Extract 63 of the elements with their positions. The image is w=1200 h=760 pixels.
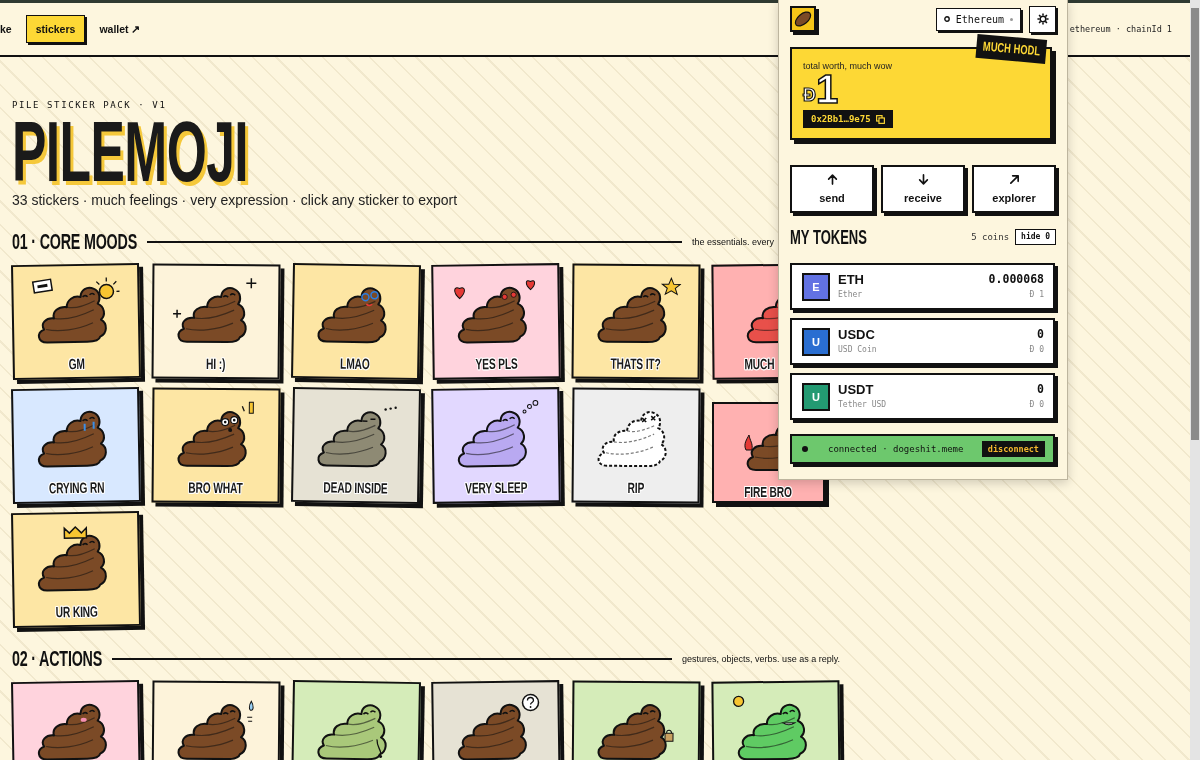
nav-tab[interactable]: stickers (25, 15, 86, 43)
sticker-card[interactable]: LMAO (291, 262, 421, 381)
dot-icon (1010, 17, 1013, 21)
token-row[interactable]: E ETH Ether 0.000068 Ð 1 (790, 263, 1055, 310)
arrow-down-icon (917, 174, 929, 185)
section-note: gestures, objects, verbs. use as a reply. (682, 654, 840, 664)
sticker-card[interactable]: YES PLS (431, 263, 561, 380)
connection-status: connected · dogeshit.meme (828, 444, 964, 454)
token-amount: 0.000068 (988, 273, 1044, 286)
network-info: ethereum · chainId 1 (1069, 24, 1172, 34)
token-row[interactable]: U USDC USD Coin 0 Ð 0 (790, 318, 1055, 365)
sticker-card[interactable]: RIP (571, 387, 701, 504)
token-symbol: ETH (838, 273, 864, 287)
token-symbol: USDC (838, 328, 876, 342)
balance-caption: total worth, much wow (803, 61, 893, 72)
token-name: Ether (838, 290, 864, 300)
tokens-heading: MY TOKENS (790, 227, 867, 247)
arrow-up-right-icon (1008, 174, 1020, 185)
sticker-card[interactable]: HI :) (151, 263, 281, 380)
send-button[interactable]: send (790, 165, 874, 213)
token-name: Tether USD (838, 400, 887, 410)
section-heading: 02 · ACTIONS (12, 647, 103, 671)
sticker-card[interactable]: BRO WHAT (151, 387, 281, 504)
settings-icon (1036, 13, 1049, 25)
balance-tag: MUCH HODL (975, 33, 1047, 64)
sticker-card[interactable]: VERY SLEEP (431, 387, 561, 504)
token-avatar: U (802, 382, 830, 411)
nav-tab[interactable]: ke (0, 16, 12, 42)
address-chip[interactable]: 0x2Bb1…9e75 (803, 110, 893, 128)
token-amount: 0 (1037, 383, 1044, 396)
logo-icon[interactable] (790, 6, 819, 35)
token-avatar: U (802, 327, 830, 356)
section-heading: 01 · CORE MOODS (12, 230, 137, 254)
sticker-card[interactable]: THATS IT? (571, 263, 701, 380)
status-dot-icon (802, 446, 808, 452)
token-symbol: USDT (838, 383, 875, 397)
receive-button[interactable]: receive (881, 165, 965, 213)
hide-button[interactable]: hide 0 (1015, 229, 1056, 245)
pack-title: PILEMOJI (12, 115, 249, 187)
explorer-button[interactable]: explorer (972, 165, 1056, 213)
token-name: USD Coin (838, 345, 877, 355)
sticker-card[interactable]: DEAD INSIDE (291, 386, 421, 505)
settings-button[interactable] (1029, 5, 1056, 33)
arrow-up-icon (826, 174, 838, 185)
token-value: Ð 0 (1029, 345, 1044, 355)
scrollbar-track[interactable] (1190, 0, 1200, 760)
scrollbar-thumb[interactable] (1191, 8, 1199, 440)
nav-tab[interactable]: wallet ↗ (99, 16, 141, 42)
token-value: Ð 1 (1029, 290, 1044, 300)
token-avatar: E (802, 272, 830, 301)
token-value: Ð 0 (1029, 400, 1044, 410)
network-select[interactable]: Ethereum (935, 7, 1021, 31)
token-amount: 0 (1037, 328, 1044, 341)
currency-symbol: Ð (803, 85, 816, 106)
coin-count: 5 coins (971, 232, 1010, 242)
copy-icon (875, 114, 885, 124)
pack-subtitle: 33 stickers · much feelings · very expression · click any sticker to export (12, 192, 458, 208)
pack-eyebrow: PILE STICKER PACK · V1 (12, 99, 167, 111)
token-row[interactable]: U USDT Tether USD 0 Ð 0 (790, 373, 1055, 420)
balance-amount: 1 (816, 72, 839, 106)
disconnect-button[interactable]: disconnect (981, 441, 1045, 457)
ring-icon (943, 16, 950, 22)
section-note: the essentials. every (691, 237, 774, 247)
